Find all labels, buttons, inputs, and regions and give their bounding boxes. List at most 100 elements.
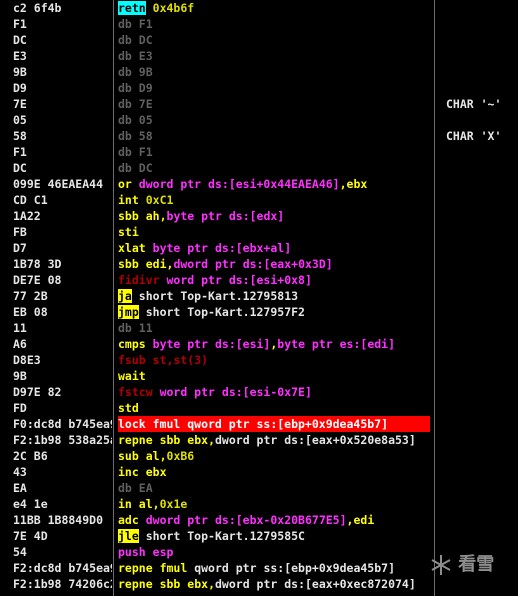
disasm-row[interactable]: D97E 82 fstcw word ptr ds:[esi-0x7E] — [0, 384, 518, 400]
instruction: inc ebx — [118, 464, 435, 480]
instruction-part: db 9B — [118, 65, 153, 79]
instruction-part — [222, 273, 229, 287]
instruction: jmp short Top-Kart.127957F2 — [118, 304, 435, 320]
instruction-part: , — [159, 209, 167, 223]
hex-bytes: 099E 46EAEA44 — [13, 177, 104, 191]
instruction-part: db 11 — [118, 321, 153, 335]
disasm-row[interactable]: DC db DC — [0, 160, 518, 176]
disasm-row[interactable]: F2:1b98 538a25a0 repne sbb ebx,dword ptr … — [0, 432, 518, 448]
disasm-row[interactable]: F1 db F1 — [0, 16, 518, 32]
hex-bytes: D7 — [13, 241, 27, 255]
instruction-part: word ptr — [159, 385, 215, 399]
disasm-row[interactable]: 11BB 1B8849D0 adc dword ptr ds:[ebx-0x20B… — [0, 512, 518, 528]
hex-bytes: DC — [13, 161, 27, 175]
disasm-row[interactable]: 9B wait — [0, 368, 518, 384]
disasm-row[interactable]: FD std — [0, 400, 518, 416]
instruction-part: , — [208, 577, 215, 591]
instruction: lock fmul qword ptr ss:[ebp+0x9dea45b7] — [118, 416, 435, 432]
instruction-mnemonic-highlight: jle — [118, 529, 139, 543]
disasm-row[interactable]: DE7E 08 fidivr word ptr ds:[esi+0x8] — [0, 272, 518, 288]
disasm-row[interactable]: A6 cmps byte ptr ds:[esi],byte ptr es:[ed… — [0, 336, 518, 352]
instruction: sti — [118, 224, 435, 240]
instruction-part: db F1 — [118, 17, 153, 31]
disasm-row[interactable]: 7E 4D jle short Top-Kart.1279585C — [0, 528, 518, 544]
instruction-part: ebx — [187, 433, 209, 447]
instruction-part: sbb — [118, 257, 139, 271]
hex-bytes: DC — [13, 33, 27, 47]
instruction-part: db DC — [118, 161, 153, 175]
disasm-row[interactable]: 099E 46EAEA44 or dword ptr ds:[esi+0x44EA… — [0, 176, 518, 192]
instruction-part — [215, 385, 222, 399]
instruction: db F1 — [118, 144, 435, 160]
instruction-part: sbb — [159, 577, 181, 591]
instruction-part: dword ptr ds:[eax+0x520e8a53] — [215, 433, 416, 447]
instruction-part: db F1 — [118, 145, 153, 159]
disasm-row[interactable]: 2C B6 sub al,0xB6 — [0, 448, 518, 464]
instruction-part: dword ptr — [138, 177, 202, 191]
instruction-part — [333, 337, 340, 351]
instruction-part: 0xC1 — [145, 193, 174, 207]
instruction-part: inc — [118, 465, 139, 479]
hex-bytes: 43 — [13, 465, 27, 479]
disasm-row[interactable]: DC db DC — [0, 32, 518, 48]
disasm-row[interactable]: EB 08 jmp short Top-Kart.127957F2 — [0, 304, 518, 320]
instruction-part: sub — [118, 449, 139, 463]
instruction: repne sbb ebx,dword ptr ds:[eax+0xec8720… — [118, 576, 435, 592]
instruction-part: repne — [118, 433, 153, 447]
instruction-part: in — [118, 497, 132, 511]
instruction: in al,0x1e — [118, 496, 435, 512]
instruction-part: fmul — [159, 561, 188, 575]
disasm-row[interactable]: CD C1 int 0xC1 — [0, 192, 518, 208]
hex-bytes: F2:1b98 538a25a0 — [13, 433, 112, 447]
disasm-row[interactable]: 9B db 9B — [0, 64, 518, 80]
instruction-part: int — [118, 193, 139, 207]
disasm-row[interactable]: D7 xlat byte ptr ds:[ebx+al] — [0, 240, 518, 256]
instruction-part: db 7E — [118, 97, 153, 111]
disasm-row[interactable]: 1A22 sbb ah,byte ptr ds:[edx] — [0, 208, 518, 224]
disasm-row[interactable]: E3 db E3 — [0, 48, 518, 64]
disasm-row[interactable]: D9 db D9 — [0, 80, 518, 96]
disasm-row[interactable]: 7E db 7E CHAR '~' — [0, 96, 518, 112]
disasm-row[interactable]: c2 6f4b retn 0x4b6f — [0, 0, 518, 16]
disasm-row[interactable]: F1 db F1 — [0, 144, 518, 160]
instruction-part — [139, 513, 146, 527]
instruction: db EA — [118, 480, 435, 496]
instruction-part: , — [208, 433, 215, 447]
instruction-part: ds:[esi-0x7E] — [221, 385, 312, 399]
disasm-row[interactable]: EA db EA — [0, 480, 518, 496]
disasm-row[interactable]: F0:dc8d b745ea9d lock fmul qword ptr ss:[… — [0, 416, 518, 432]
disasm-row[interactable]: 05 db 05 — [0, 112, 518, 128]
instruction-part: esp — [152, 545, 174, 559]
instruction: repne fmul qword ptr ss:[ebp+0x9dea45b7] — [118, 560, 435, 576]
instruction-part — [153, 385, 160, 399]
instruction-part: lock fmul qword ptr ss:[ebp+0x9dea45b7] — [118, 417, 389, 431]
instruction-part: , — [152, 497, 160, 511]
instruction: db 05 — [118, 112, 435, 128]
disasm-row[interactable]: e4 1e in al,0x1e — [0, 496, 518, 512]
instruction: fstcw word ptr ds:[esi-0x7E] — [118, 384, 435, 400]
instruction: adc dword ptr ds:[ebx-0x20B677E5],edi — [118, 512, 435, 528]
disasm-row[interactable]: 58 db 58 CHAR 'X' — [0, 128, 518, 144]
watermark-text: 看雪 — [458, 554, 495, 575]
instruction-part: wait — [118, 369, 146, 383]
instruction-part — [222, 209, 229, 223]
disasm-row[interactable]: F2:1b98 74206c24 repne sbb ebx,dword ptr … — [0, 576, 518, 592]
instruction-part: short Top-Kart.12795813 — [138, 289, 299, 303]
instruction: db 11 — [118, 320, 435, 336]
instruction-part: or — [118, 177, 132, 191]
disasm-row[interactable]: FB sti — [0, 224, 518, 240]
disasm-row[interactable]: 1B78 3D sbb edi,dword ptr ds:[eax+0x3D] — [0, 256, 518, 272]
hex-bytes: 05 — [13, 113, 27, 127]
instruction: cmps byte ptr ds:[esi],byte ptr es:[edi] — [118, 336, 435, 352]
disasm-row[interactable]: 11 db 11 — [0, 320, 518, 336]
hex-bytes: E3 — [13, 49, 27, 63]
disasm-row[interactable]: 77 2B ja short Top-Kart.12795813 — [0, 288, 518, 304]
instruction-part: dword ptr ds:[eax+0xec872074] — [215, 577, 416, 591]
instruction-part: 0xB6 — [166, 449, 195, 463]
disasm-row[interactable]: 43 inc ebx — [0, 464, 518, 480]
instruction-part — [201, 177, 208, 191]
instruction: push esp — [118, 544, 435, 560]
disasm-row[interactable]: D8E3 fsub st,st(3) — [0, 352, 518, 368]
instruction-part: short Top-Kart.127957F2 — [145, 305, 305, 319]
instruction-part: 0x1e — [159, 497, 188, 511]
